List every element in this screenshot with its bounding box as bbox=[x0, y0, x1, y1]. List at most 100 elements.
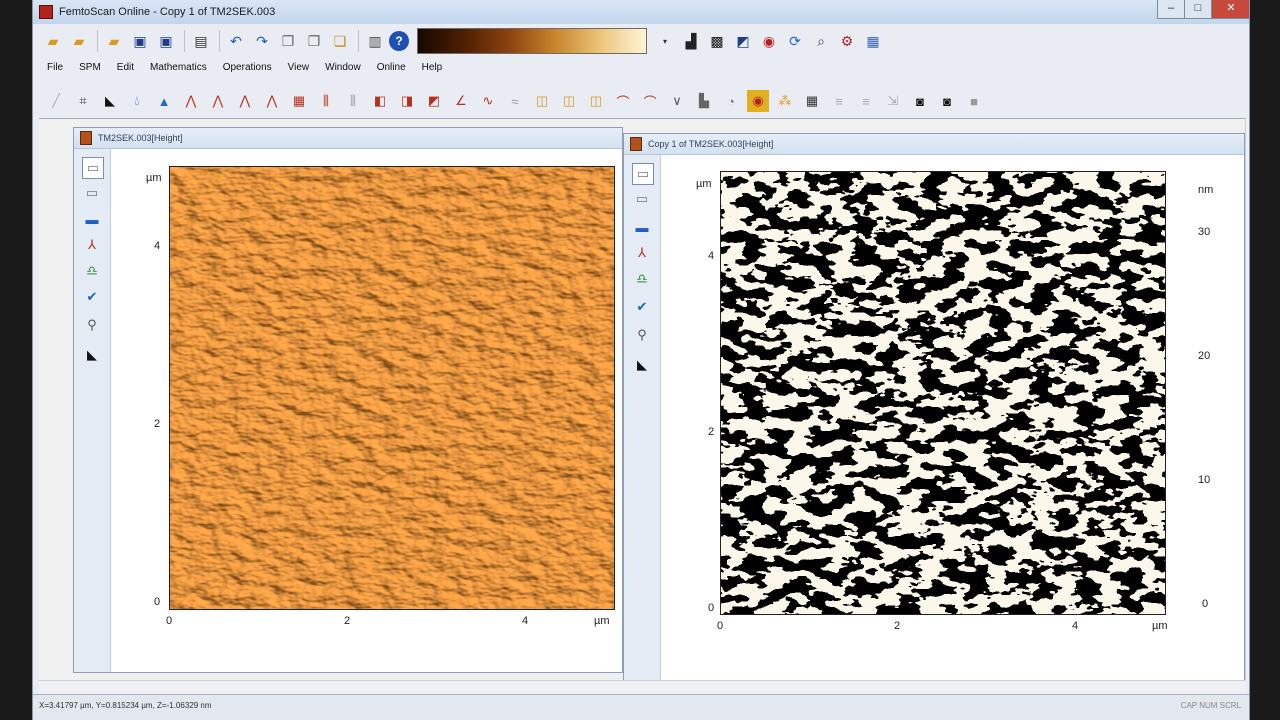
grid-view-icon[interactable]: ▩ bbox=[705, 29, 729, 53]
open-folder-icon[interactable]: ▰ bbox=[41, 29, 65, 53]
scale-tick-10: 10 bbox=[1198, 474, 1211, 486]
left-window-titlebar[interactable]: TM2SEK.003[Height] bbox=[74, 128, 622, 149]
copy2-icon[interactable]: ❐ bbox=[302, 29, 326, 53]
save-all-icon[interactable]: ▣ bbox=[154, 29, 178, 53]
peaks4-icon[interactable]: ⋀ bbox=[261, 90, 283, 112]
brush-icon[interactable]: ⚲ bbox=[632, 325, 652, 345]
menu-online[interactable]: Online bbox=[377, 62, 406, 80]
select-rect-icon[interactable]: ▭ bbox=[632, 163, 654, 185]
wave-icon[interactable]: ∿ bbox=[477, 90, 499, 112]
grid-peaks-icon[interactable]: ▦ bbox=[288, 90, 310, 112]
layers3-icon[interactable]: ◫ bbox=[585, 90, 607, 112]
minimize-button[interactable]: – bbox=[1157, 0, 1185, 19]
measure-icon[interactable]: ⅄ bbox=[82, 235, 102, 255]
align2-icon[interactable]: ≡ bbox=[855, 90, 877, 112]
crop-icon[interactable]: ⌗ bbox=[72, 90, 94, 112]
particles-icon[interactable]: ⁂ bbox=[774, 90, 796, 112]
image-view-icon[interactable]: ◙ bbox=[909, 90, 931, 112]
filter2-icon[interactable]: ◨ bbox=[396, 90, 418, 112]
profile-icon[interactable]: ♎︎ bbox=[82, 261, 102, 281]
folder-icon[interactable]: ▰ bbox=[102, 29, 126, 53]
check-icon[interactable]: ✔ bbox=[82, 287, 102, 307]
table-icon[interactable]: ▦ bbox=[801, 90, 823, 112]
minus-icon[interactable]: ▬ bbox=[632, 217, 652, 237]
arc-icon[interactable]: ⌒ bbox=[612, 90, 634, 112]
toolbar-separator bbox=[184, 30, 185, 52]
layers-icon[interactable]: ◫ bbox=[531, 90, 553, 112]
peaks3-icon[interactable]: ⋀ bbox=[234, 90, 256, 112]
chart-icon[interactable]: ◣ bbox=[82, 345, 102, 365]
right-window-titlebar[interactable]: Copy 1 of TM2SEK.003[Height] bbox=[624, 134, 1244, 155]
binary-threshold-map bbox=[721, 172, 1165, 614]
horizontal-scrollbar[interactable] bbox=[39, 680, 1245, 693]
bars2-icon[interactable]: ⫼ bbox=[342, 90, 364, 112]
angle-icon[interactable]: ∠ bbox=[450, 90, 472, 112]
save-icon[interactable]: ▣ bbox=[128, 29, 152, 53]
smooth-icon[interactable]: ≈ bbox=[504, 90, 526, 112]
menu-view[interactable]: View bbox=[288, 62, 310, 80]
window-layout-icon[interactable]: ▦ bbox=[861, 29, 885, 53]
menu-file[interactable]: File bbox=[47, 62, 63, 80]
axes-icon[interactable]: ◣ bbox=[99, 90, 121, 112]
export-icon[interactable]: ⇲ bbox=[882, 90, 904, 112]
record-icon[interactable]: ◉ bbox=[757, 29, 781, 53]
brush-icon[interactable]: ⚲ bbox=[82, 315, 102, 335]
check-icon[interactable]: ✔ bbox=[632, 297, 652, 317]
left-image-window[interactable]: TM2SEK.003[Height] ▭ ▭ ▬ ⅄ ♎︎ ✔ ⚲ ◣ µm 4… bbox=[73, 127, 623, 673]
menu-mathematics[interactable]: Mathematics bbox=[150, 62, 207, 80]
copy-icon[interactable]: ❐ bbox=[276, 29, 300, 53]
document-icon bbox=[630, 137, 642, 151]
peaks2-icon[interactable]: ⋀ bbox=[207, 90, 229, 112]
peaks-icon[interactable]: ⋀ bbox=[180, 90, 202, 112]
color-palette-selector[interactable] bbox=[417, 28, 647, 54]
color-wheel-icon[interactable]: ◉ bbox=[747, 90, 769, 112]
menu-help[interactable]: Help bbox=[422, 62, 443, 80]
zoom-icon[interactable]: ⌕ bbox=[809, 29, 833, 53]
redo-icon[interactable]: ↷ bbox=[250, 29, 274, 53]
maximize-button[interactable]: □ bbox=[1184, 0, 1212, 19]
arc2-icon[interactable]: ⌒ bbox=[639, 90, 661, 112]
close-button[interactable]: ✕ bbox=[1211, 0, 1249, 19]
refresh-icon[interactable]: ⟳ bbox=[783, 29, 807, 53]
right-binary-height-image[interactable] bbox=[720, 171, 1166, 615]
surface-icon[interactable]: ▙ bbox=[693, 90, 715, 112]
right-y-tick-0: 0 bbox=[708, 602, 715, 614]
rotate-icon[interactable]: ◔ bbox=[720, 90, 742, 112]
menu-spm[interactable]: SPM bbox=[79, 62, 101, 80]
filter-icon[interactable]: ◧ bbox=[369, 90, 391, 112]
menu-window[interactable]: Window bbox=[325, 62, 361, 80]
vertical-scrollbar[interactable] bbox=[1245, 118, 1249, 680]
select-rect-icon[interactable]: ▭ bbox=[82, 157, 104, 179]
settings-icon[interactable]: ⚙ bbox=[835, 29, 859, 53]
filter3-icon[interactable]: ◩ bbox=[423, 90, 445, 112]
line-tool-icon[interactable]: ╱ bbox=[45, 90, 67, 112]
menu-bar: File SPM Edit Mathematics Operations Vie… bbox=[47, 62, 458, 80]
left-afm-height-image[interactable] bbox=[169, 166, 615, 610]
right-image-window[interactable]: Copy 1 of TM2SEK.003[Height] ▭ ▭ ▬ ⅄ ♎︎ … bbox=[623, 133, 1245, 681]
layers2-icon[interactable]: ◫ bbox=[558, 90, 580, 112]
drop-icon[interactable]: 💧︎ bbox=[126, 90, 148, 112]
paste-icon[interactable]: ❏ bbox=[328, 29, 352, 53]
bars-icon[interactable]: ⫼ bbox=[315, 90, 337, 112]
undo-icon[interactable]: ↶ bbox=[224, 29, 248, 53]
measure-icon[interactable]: ⅄ bbox=[632, 243, 652, 263]
minus-icon[interactable]: ▬ bbox=[82, 209, 102, 229]
valley-icon[interactable]: ∨ bbox=[666, 90, 688, 112]
align-icon[interactable]: ≡ bbox=[828, 90, 850, 112]
menu-edit[interactable]: Edit bbox=[117, 62, 134, 80]
image-icon[interactable]: ▭ bbox=[82, 183, 102, 203]
edit-image-icon[interactable]: ◩ bbox=[731, 29, 755, 53]
chart-icon[interactable]: ◣ bbox=[632, 355, 652, 375]
scanner-icon[interactable]: ▥ bbox=[363, 29, 387, 53]
profile-icon[interactable]: ♎︎ bbox=[632, 269, 652, 289]
triangle-icon[interactable]: ▲ bbox=[153, 90, 175, 112]
help-icon[interactable]: ? bbox=[389, 31, 409, 51]
print-icon[interactable]: ▤ bbox=[189, 29, 213, 53]
histogram-icon[interactable]: ▟ bbox=[679, 29, 703, 53]
open-recent-icon[interactable]: ▰ bbox=[67, 29, 91, 53]
menu-operations[interactable]: Operations bbox=[223, 62, 272, 80]
dropdown-arrow-icon[interactable]: ▾ bbox=[653, 29, 677, 53]
gray-square-icon[interactable]: ■ bbox=[963, 90, 985, 112]
image-icon[interactable]: ▭ bbox=[632, 189, 652, 209]
image-view2-icon[interactable]: ◙ bbox=[936, 90, 958, 112]
